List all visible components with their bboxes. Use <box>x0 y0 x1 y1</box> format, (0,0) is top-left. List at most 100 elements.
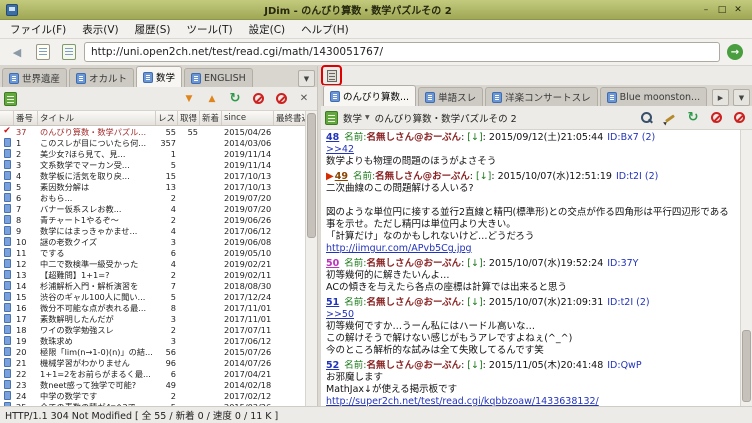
post-number-link[interactable]: 50 <box>326 258 339 269</box>
board-tab-english[interactable]: ENGLISH <box>184 68 253 87</box>
table-row[interactable]: 11 でする 6 2019/05/10 <box>0 247 305 258</box>
search-button[interactable] <box>638 109 656 127</box>
post: 50 名前:名無しさん@おーぷん: [↓]: 2015/10/07(水)19:52… <box>326 258 735 294</box>
table-row[interactable]: ✔ 37 のんびり算数・数学パズル... 55 55 2015/04/26 <box>0 126 305 137</box>
thread-tab-scroll-right[interactable]: ▶ <box>712 89 729 106</box>
post-number-link[interactable]: 49 <box>335 171 348 182</box>
column-header-new[interactable]: 新着 <box>200 111 222 125</box>
board-tab-list-dropdown[interactable]: ▼ <box>298 70 315 87</box>
thread-tab-tango[interactable]: 単語スレ <box>418 87 484 106</box>
table-row[interactable]: 19 数珠求め 3 2017/06/12 <box>0 335 305 346</box>
stop-button[interactable] <box>249 90 267 108</box>
table-row[interactable]: 4 数学板に活気を取り戻... 15 2017/10/13 <box>0 170 305 181</box>
maximize-icon[interactable]: □ <box>714 5 730 15</box>
table-row[interactable]: 18 ワイの数学勉強スレ 2 2017/07/11 <box>0 324 305 335</box>
poster-name[interactable]: 名無しさん@おーぷん <box>366 258 461 269</box>
board-scrollbar[interactable] <box>305 111 317 406</box>
table-row[interactable]: 14 杉浦解析入門・解析演習を 7 2018/08/30 <box>0 280 305 291</box>
table-row[interactable]: 23 数neet感って独学で可能? 49 2014/02/18 <box>0 379 305 390</box>
poster-name[interactable]: 名無しさん@おーぷん <box>366 132 461 143</box>
table-row[interactable]: 16 微分不可能な点が表れる最... 8 2017/11/01 <box>0 302 305 313</box>
table-row[interactable]: 10 謎の老数クイズ 3 2019/06/08 <box>0 236 305 247</box>
anchor-link[interactable]: >>50 <box>326 309 354 320</box>
menu-view[interactable]: 表示(V) <box>74 20 126 39</box>
thread-tab-list-dropdown[interactable]: ▼ <box>733 89 750 106</box>
board-tab-sekaiisan[interactable]: 世界遺産 <box>2 68 68 87</box>
table-row[interactable]: 6 おもら... 2 2019/07/20 <box>0 192 305 203</box>
table-row[interactable]: 22 1+1=2をお前らがまるく最... 6 2017/04/21 <box>0 368 305 379</box>
menu-file[interactable]: ファイル(F) <box>2 20 74 39</box>
reload-button[interactable]: ↻ <box>226 90 244 108</box>
table-row[interactable]: 2 美少女?ほら見て、見... 1 2019/11/14 <box>0 148 305 159</box>
table-row[interactable]: 5 素因数分解は 13 2017/10/13 <box>0 181 305 192</box>
table-row[interactable]: 20 極限「lim(n→1-0)(n)」の結... 56 2015/07/26 <box>0 346 305 357</box>
column-header-res[interactable]: レス <box>156 111 178 125</box>
table-row[interactable]: 7 バナー仮系スレお教... 4 2019/07/20 <box>0 203 305 214</box>
thread-tab-nonbiri[interactable]: のんびり算数... <box>323 85 417 106</box>
thread-tab-bluemoonstone[interactable]: Blue moonston... <box>599 87 708 106</box>
post-id-link[interactable]: ID:t2I (2) <box>607 297 649 308</box>
board-tab-occult[interactable]: オカルト <box>69 68 135 87</box>
table-row[interactable]: 8 青チャート1やるぞ〜 2 2019/06/26 <box>0 214 305 225</box>
table-row[interactable]: 12 中二で数検準一級受かった 4 2019/02/21 <box>0 258 305 269</box>
board-name-dropdown[interactable]: 数学 ▼ <box>343 111 370 125</box>
write-post-button[interactable] <box>661 109 679 127</box>
page-icon <box>326 69 337 82</box>
post-number-link[interactable]: 52 <box>326 360 339 371</box>
post-number-link[interactable]: 48 <box>326 132 339 143</box>
column-header-icon[interactable] <box>0 111 14 125</box>
search-up-button[interactable]: ▲ <box>203 90 221 108</box>
table-row[interactable]: 3 文系数学でマーカン受... 5 2019/11/14 <box>0 159 305 170</box>
table-row[interactable]: 21 機械学習がわかりません 96 2014/07/26 <box>0 357 305 368</box>
menu-history[interactable]: 履歴(S) <box>127 20 179 39</box>
column-header-number[interactable]: 番号 <box>14 111 38 125</box>
board-scrollbar-thumb[interactable] <box>307 113 316 238</box>
back-button[interactable]: ◀ <box>6 42 28 63</box>
table-row[interactable]: 13 【超難問】1+1=? 2 2019/02/11 <box>0 269 305 280</box>
close-pane-button[interactable]: ✕ <box>295 90 313 108</box>
row-status-cell <box>0 226 14 235</box>
thread-tab-yogaku[interactable]: 洋楽コンサートスレ <box>485 87 598 106</box>
open-url-button[interactable]: → <box>724 42 746 63</box>
column-header-last-write[interactable]: 最終書込 <box>274 111 305 125</box>
menu-settings[interactable]: 設定(C) <box>241 20 294 39</box>
thread-tab-icon <box>492 91 503 103</box>
url-link[interactable]: http://super2ch.net/test/read.cgi/kqbbzo… <box>326 396 599 406</box>
thread-scrollbar[interactable] <box>740 130 752 406</box>
poster-name[interactable]: 名無しさん@おーぷん <box>375 171 470 182</box>
thread-scrollbar-thumb[interactable] <box>742 330 751 402</box>
url-link[interactable]: http://iimgur.com/APvb5Cg.jpg <box>326 243 472 254</box>
thread-list-button[interactable] <box>58 42 80 63</box>
post-id-link[interactable]: ID:Bx7 (2) <box>607 132 655 143</box>
anchor-link[interactable]: >>42 <box>326 144 354 155</box>
menu-help[interactable]: ヘルプ(H) <box>293 20 357 39</box>
search-down-button[interactable]: ▼ <box>180 90 198 108</box>
post-id-link[interactable]: ID:QwP <box>607 360 641 371</box>
thread-reload-button[interactable]: ↻ <box>684 109 702 127</box>
table-row[interactable]: 17 素数解明したんだが 3 2017/11/01 <box>0 313 305 324</box>
table-row[interactable]: 1 このスレが目についたら何... 357 2014/03/06 <box>0 137 305 148</box>
menu-tools[interactable]: ツール(T) <box>178 20 240 39</box>
column-header-title[interactable]: タイトル <box>38 111 156 125</box>
table-row[interactable]: 15 渋谷のギャル100人に聞い... 5 2017/12/24 <box>0 291 305 302</box>
post-id-link[interactable]: ID:37Y <box>607 258 638 269</box>
url-input[interactable] <box>84 42 720 62</box>
post-number-link[interactable]: 51 <box>326 297 339 308</box>
table-row[interactable]: 24 中学の数学です 2 2017/02/12 <box>0 390 305 401</box>
row-since-date: 2019/11/14 <box>224 159 272 170</box>
poster-name[interactable]: 名無しさん@おーぷん <box>366 360 461 371</box>
thread-stop-button[interactable] <box>707 109 725 127</box>
column-header-since[interactable]: since <box>222 111 274 125</box>
delete-log-button[interactable] <box>272 90 290 108</box>
table-row[interactable]: 9 数学にはまっきゃかませ... 4 2017/06/12 <box>0 225 305 236</box>
thread-delete-button[interactable] <box>730 109 748 127</box>
close-icon[interactable]: ✕ <box>730 5 746 15</box>
toggle-thread-list-button[interactable] <box>321 65 342 86</box>
column-header-got[interactable]: 取得 <box>178 111 200 125</box>
poster-name[interactable]: 名無しさん@おーぷん <box>366 297 461 308</box>
post-id-link[interactable]: ID:t2I (2) <box>616 171 658 182</box>
board-list-button[interactable] <box>32 42 54 63</box>
minimize-icon[interactable]: – <box>698 5 714 15</box>
row-number: 16 <box>16 302 27 313</box>
board-tab-math[interactable]: 数学 <box>136 66 183 87</box>
